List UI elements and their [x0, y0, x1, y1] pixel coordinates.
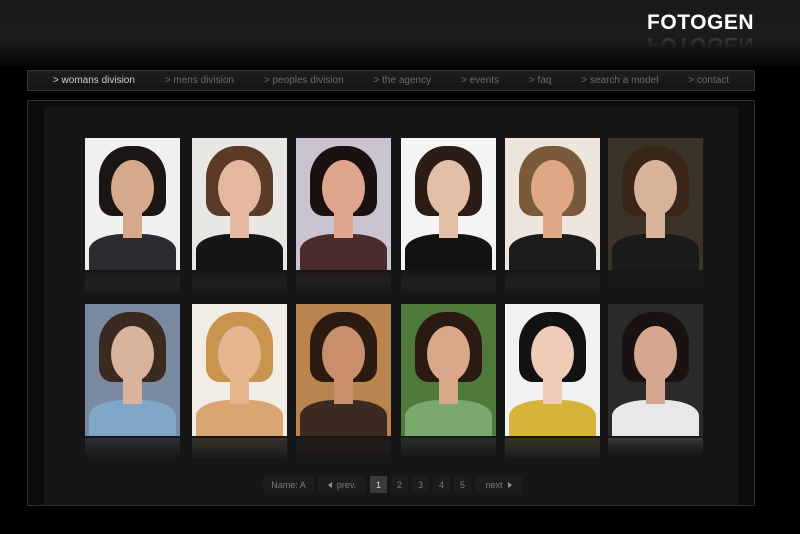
- page-3[interactable]: 3: [412, 476, 429, 493]
- model-thumbnail[interactable]: [296, 138, 391, 270]
- logo-reflection: FOTOGEN: [647, 34, 754, 56]
- thumbnail-reflection: [401, 438, 496, 460]
- next-label: next: [485, 479, 503, 490]
- thumbnail-reflection: [296, 438, 391, 460]
- model-thumbnail[interactable]: [192, 138, 287, 270]
- thumbnail-reflection: [401, 272, 496, 294]
- nav-womans-division[interactable]: > womans division: [53, 75, 135, 86]
- thumbnail-reflection: [608, 272, 703, 294]
- arrow-right-icon: [507, 481, 512, 488]
- nav-contact[interactable]: > contact: [688, 75, 729, 86]
- thumbnail-reflection: [192, 272, 287, 294]
- thumbnail-reflection: [296, 272, 391, 294]
- nav-mens-division[interactable]: > mens division: [165, 75, 234, 86]
- thumbnail-reflection: [505, 272, 600, 294]
- main-nav: > womans division > mens division > peop…: [27, 70, 755, 91]
- header-bar: FOTOGEN FOTOGEN: [0, 0, 800, 66]
- nav-faq[interactable]: > faq: [529, 75, 552, 86]
- page-1[interactable]: 1: [370, 476, 387, 493]
- page-5[interactable]: 5: [454, 476, 471, 493]
- thumbnail-reflection: [192, 438, 287, 460]
- model-thumbnail[interactable]: [401, 304, 496, 436]
- page-2[interactable]: 2: [391, 476, 408, 493]
- arrow-left-icon: [327, 481, 332, 488]
- next-button[interactable]: next: [475, 476, 522, 493]
- model-thumbnail[interactable]: [608, 304, 703, 436]
- model-thumbnail[interactable]: [296, 304, 391, 436]
- model-thumbnail[interactable]: [85, 138, 180, 270]
- thumbnail-reflection: [85, 438, 180, 460]
- fotogen-logo[interactable]: FOTOGEN: [647, 11, 754, 35]
- prev-label: prev.: [336, 479, 357, 490]
- pagination: Name: A prev. 1 2 3 4 5 next: [263, 476, 522, 493]
- page-4[interactable]: 4: [433, 476, 450, 493]
- prev-button[interactable]: prev.: [318, 476, 366, 493]
- model-thumbnail[interactable]: [401, 138, 496, 270]
- name-filter[interactable]: Name: A: [263, 476, 314, 493]
- thumbnail-reflection: [505, 438, 600, 460]
- thumbnail-reflection: [85, 272, 180, 294]
- nav-peoples-division[interactable]: > peoples division: [264, 75, 344, 86]
- nav-search-a-model[interactable]: > search a model: [581, 75, 658, 86]
- model-thumbnail[interactable]: [85, 304, 180, 436]
- thumbnail-reflection: [608, 438, 703, 460]
- model-thumbnail[interactable]: [505, 138, 600, 270]
- nav-events[interactable]: > events: [461, 75, 499, 86]
- model-thumbnail[interactable]: [608, 138, 703, 270]
- model-thumbnail[interactable]: [505, 304, 600, 436]
- model-thumbnail[interactable]: [192, 304, 287, 436]
- nav-the-agency[interactable]: > the agency: [374, 75, 432, 86]
